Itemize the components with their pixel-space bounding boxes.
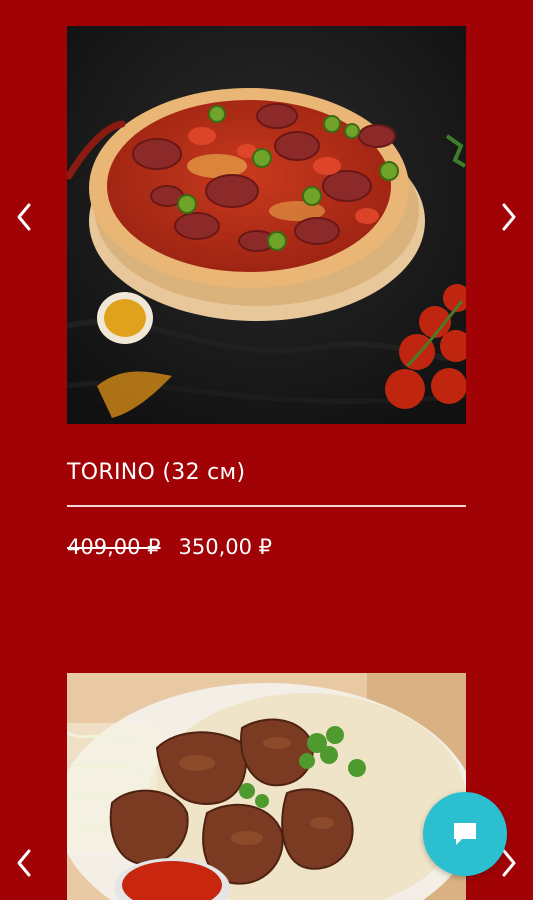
current-price: 350,00 ₽ [178,535,273,559]
chevron-right-icon [502,849,516,877]
carousel-next-button[interactable] [498,200,520,234]
chevron-left-icon [17,849,31,877]
chevron-left-icon [17,203,31,231]
chat-bubble-icon [454,823,476,845]
product-title[interactable]: TORINO (32 см) [67,458,245,488]
chat-button[interactable] [423,792,507,876]
product-image-shashlik[interactable] [67,673,466,900]
carousel-prev-button[interactable] [13,200,35,234]
carousel-prev-button[interactable] [13,846,35,880]
product-image-pizza[interactable] [67,26,466,424]
old-price: 409,00 ₽ [67,535,161,559]
title-divider [67,505,466,507]
price-row: 409,00 ₽ 350,00 ₽ [67,532,272,562]
chevron-right-icon [502,203,516,231]
